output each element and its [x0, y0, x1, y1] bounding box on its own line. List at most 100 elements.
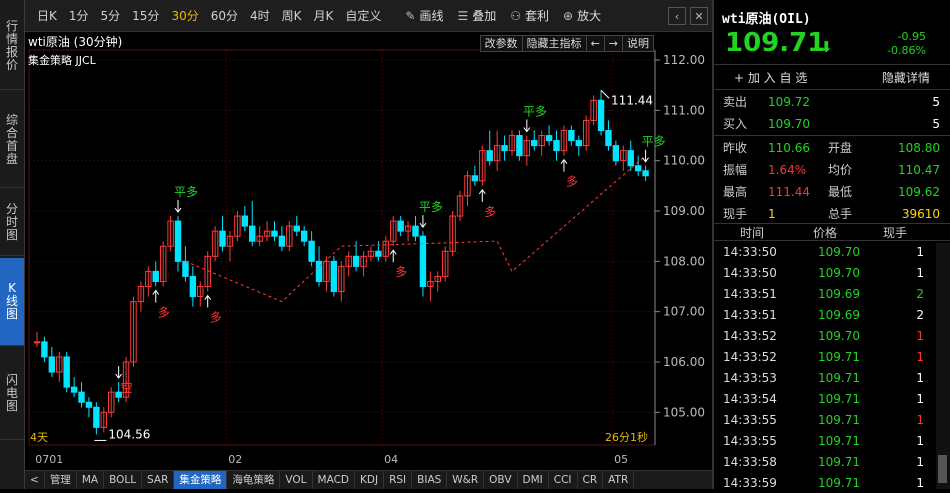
indicator-tab-12[interactable]: OBV — [484, 471, 518, 489]
sidebar-tab-char: 合 — [5, 125, 18, 140]
quote-label-2: 最低 — [828, 185, 853, 199]
chart-button-2[interactable]: ← — [585, 35, 605, 52]
tick-row: 14:33:59 109.71 1 — [714, 472, 936, 493]
chart-button-3[interactable]: → — [603, 35, 623, 52]
tool-3-button[interactable]: ⊕ 放大 — [559, 7, 605, 24]
tick-qty: 1 — [916, 328, 924, 343]
indicator-tab-13[interactable]: DMI — [518, 471, 549, 489]
candle-body — [375, 250, 382, 257]
candle-body — [545, 135, 553, 142]
quote-value: 109.70 — [768, 116, 810, 131]
tick-row: 14:33:50 109.70 1 — [714, 241, 936, 262]
tick-time: 14:33:51 — [723, 307, 777, 322]
x-tick-label: 05 — [614, 453, 628, 466]
tool-0-button[interactable]: ✎ 画线 — [401, 7, 447, 24]
candle-body — [553, 140, 560, 152]
quote-qty: 5 — [932, 116, 940, 131]
max-pointer — [600, 89, 610, 99]
period-8[interactable]: 月K — [308, 7, 340, 24]
tool-2-button[interactable]: ⚇ 套利 — [506, 7, 553, 24]
period-9[interactable]: 自定义 — [339, 7, 387, 24]
chart-canvas[interactable]: 112.00 111.00 110.00 109.00 108.00 107.00 106.… — [25, 32, 712, 470]
indicator-tab-6[interactable]: VOL — [280, 471, 313, 489]
period-0[interactable]: 日K — [31, 7, 63, 24]
kline-chart[interactable]: 112.00 111.00 110.00 109.00 108.00 107.00 106.… — [25, 32, 712, 489]
tick-time: 14:33:55 — [723, 433, 777, 448]
tool-1-button[interactable]: ☰ 叠加 — [453, 7, 500, 24]
sidebar-tab-1[interactable]: 综合首盘 — [0, 92, 24, 188]
tick-qty: 1 — [916, 433, 924, 448]
indicator-tab-0[interactable]: 管理 — [45, 471, 77, 489]
tick-row: 14:33:54 109.71 1 — [714, 388, 936, 409]
quote-panel: wti原油(OIL) 109.71 ⬇ -0.95 -0.86% + 加 入 自… — [712, 0, 950, 490]
tick-row: 14:33:53 109.71 1 — [714, 367, 936, 388]
indicator-tab-3[interactable]: SAR — [142, 471, 175, 489]
close-icon[interactable]: ✕ — [690, 7, 708, 25]
indicator-tab-2[interactable]: BOLL — [104, 471, 143, 489]
tick-header-price: 价格 — [812, 225, 837, 240]
tick-row: 14:33:52 109.70 1 — [714, 325, 936, 346]
tick-qty: 1 — [916, 391, 924, 406]
sidebar-tab-char: 图 — [5, 307, 18, 321]
sidebar-tab-3[interactable]: K线图 — [0, 258, 24, 346]
tick-scrollbar[interactable] — [936, 243, 950, 489]
period-5[interactable]: 60分 — [205, 7, 244, 24]
indicator-tab-9[interactable]: RSI — [384, 471, 413, 489]
candle-body — [271, 230, 278, 237]
indicator-tab-11[interactable]: W&R — [447, 471, 485, 489]
tick-qty: 1 — [916, 349, 924, 364]
period-3[interactable]: 15分 — [126, 7, 165, 24]
indicator-tab-14[interactable]: CCI — [549, 471, 578, 489]
candle-body — [219, 230, 226, 247]
indicator-tab-4[interactable]: 集金策略 — [174, 471, 228, 489]
sell-arrow-icon — [174, 200, 182, 213]
candle-body — [63, 356, 70, 388]
chart-button-0[interactable]: 改参数 — [479, 35, 523, 52]
indicator-tab-10[interactable]: BIAS — [412, 471, 448, 489]
candle-body — [189, 275, 197, 298]
period-1[interactable]: 1分 — [63, 7, 95, 24]
chart-button-group: 改参数 隐藏主指标 ← → 说明 — [479, 35, 654, 52]
add-to-watchlist-button[interactable]: + 加 入 自 选 — [734, 69, 807, 86]
chart-button-4[interactable]: 说明 — [622, 35, 654, 52]
scroll-left-button[interactable]: < — [25, 471, 45, 489]
period-6[interactable]: 4时 — [244, 7, 276, 24]
indicator-tab-8[interactable]: KDJ — [355, 471, 385, 489]
sidebar-tab-0[interactable]: 行情报价 — [0, 2, 24, 90]
tool-label: 套利 — [525, 9, 550, 23]
scrollbar-thumb[interactable] — [938, 455, 947, 483]
indicator-tab-7[interactable]: MACD — [313, 471, 355, 489]
tick-price: 109.69 — [818, 307, 860, 322]
sidebar-tab-char: 图 — [5, 228, 18, 242]
signal-long: 多 — [566, 175, 578, 189]
tick-time: 14:33:50 — [723, 265, 777, 280]
previous-arrow-icon[interactable]: ‹ — [668, 7, 686, 25]
y-tick-label: 108.00 — [663, 254, 705, 268]
indicator-tab-15[interactable]: CR — [578, 471, 604, 489]
indicator-tab-1[interactable]: MA — [77, 471, 105, 489]
quote-value-2: 110.47 — [898, 162, 940, 177]
price-change: -0.95 -0.86% — [887, 30, 926, 58]
y-tick-label: 111.00 — [663, 103, 705, 117]
period-selector: 日K 1分 5分 15分 30分 60分 4时 周K 月K 自定义 — [25, 7, 387, 24]
candle-body — [78, 391, 85, 403]
tick-qty: 2 — [916, 307, 924, 322]
signal-flat: 平多 — [174, 185, 198, 199]
chart-button-1[interactable]: 隐藏主指标 — [521, 35, 587, 52]
tick-price: 109.71 — [818, 349, 860, 364]
candle-body — [501, 145, 508, 152]
zoom-in-icon: ⊕ — [563, 8, 574, 23]
hide-details-button[interactable]: 隐藏详情 — [882, 69, 930, 86]
period-7[interactable]: 周K — [276, 7, 308, 24]
chart-title: wti原油 (30分钟) — [28, 34, 122, 49]
indicator-tab-16[interactable]: ATR — [603, 471, 635, 489]
period-2[interactable]: 5分 — [95, 7, 127, 24]
candle-body — [627, 150, 634, 167]
sidebar-tab-4[interactable]: 闪电图 — [0, 348, 24, 440]
last-price: 109.71 — [725, 28, 826, 58]
tick-price: 109.71 — [818, 454, 860, 469]
signal-long: 多 — [395, 265, 407, 279]
sidebar-tab-2[interactable]: 分时图 — [0, 190, 24, 256]
period-4[interactable]: 30分 — [165, 7, 204, 24]
indicator-tab-5[interactable]: 海龟策略 — [227, 471, 281, 489]
